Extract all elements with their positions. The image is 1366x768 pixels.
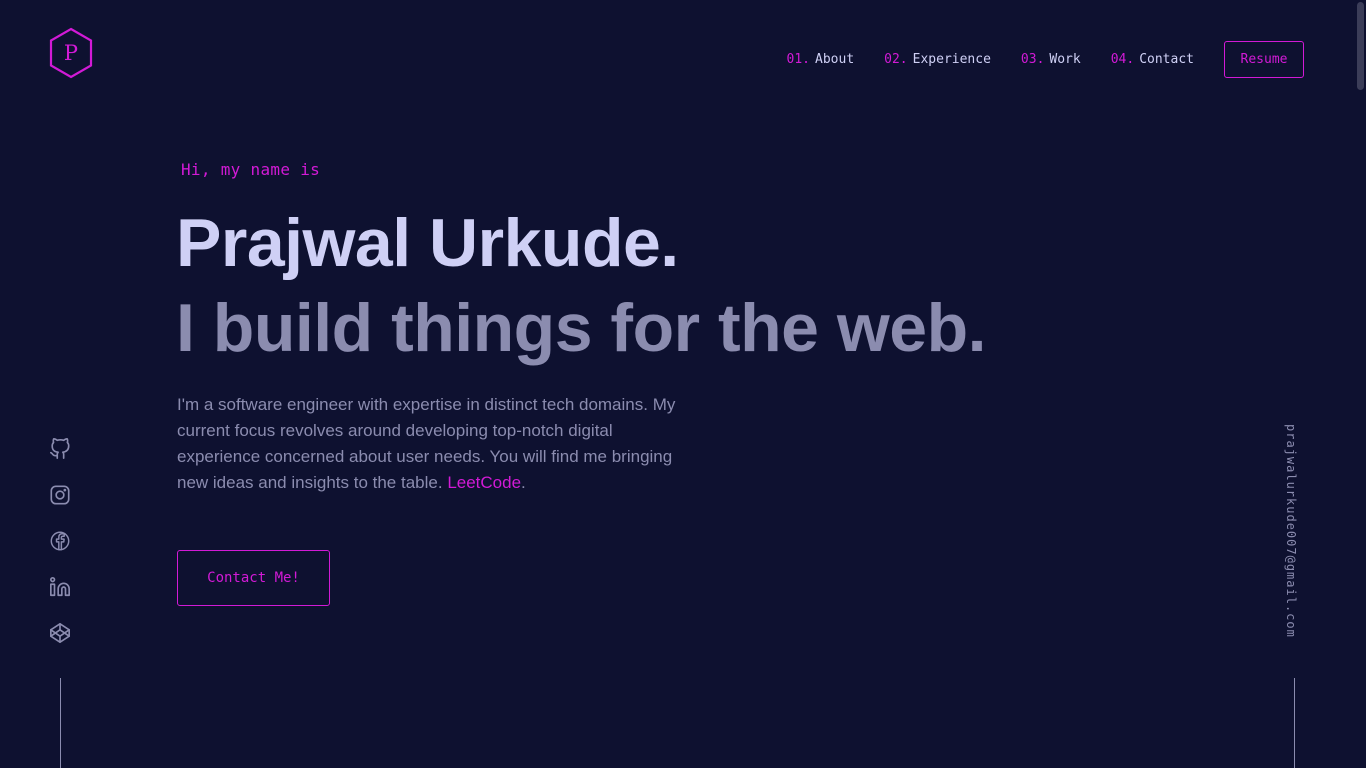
- instagram-link[interactable]: [48, 483, 72, 507]
- nav-item-about[interactable]: 01. About: [787, 49, 855, 69]
- main-nav: 01. About 02. Experience 03. Work 04. Co…: [787, 40, 1304, 78]
- scrollbar-track[interactable]: [1355, 0, 1366, 768]
- nav-number: 01.: [786, 51, 811, 67]
- nav-label: Work: [1049, 51, 1081, 67]
- facebook-icon: [50, 531, 70, 551]
- codepen-link[interactable]: [48, 621, 72, 645]
- intro-end: .: [521, 473, 526, 492]
- nav-label: Experience: [912, 51, 991, 67]
- codepen-icon: [50, 623, 70, 643]
- hero-name: Prajwal Urkude.: [176, 205, 679, 281]
- nav-number: 03.: [1020, 51, 1045, 67]
- hero-greeting: Hi, my name is: [181, 160, 321, 179]
- hero-tagline: I build things for the web.: [176, 290, 987, 366]
- hero-intro: I'm a software engineer with expertise i…: [177, 392, 697, 496]
- facebook-link[interactable]: [48, 529, 72, 553]
- intro-text: I'm a software engineer with expertise i…: [177, 395, 676, 492]
- logo-letter: P: [63, 41, 79, 65]
- resume-button[interactable]: Resume: [1224, 41, 1304, 78]
- github-link[interactable]: [48, 437, 72, 461]
- instagram-icon: [50, 485, 70, 505]
- scrollbar-thumb[interactable]: [1357, 2, 1364, 90]
- contact-me-button[interactable]: Contact Me!: [177, 550, 330, 606]
- nav-item-experience[interactable]: 02. Experience: [884, 49, 991, 69]
- nav-number: 04.: [1110, 51, 1135, 67]
- social-links: [48, 437, 72, 667]
- right-vertical-line: [1294, 678, 1295, 768]
- github-icon: [50, 438, 70, 459]
- linkedin-link[interactable]: [48, 575, 72, 599]
- nav-item-contact[interactable]: 04. Contact: [1111, 49, 1194, 69]
- nav-label: Contact: [1139, 51, 1194, 67]
- linkedin-icon: [50, 577, 70, 597]
- logo[interactable]: P: [48, 27, 94, 79]
- left-vertical-line: [60, 678, 61, 768]
- nav-label: About: [815, 51, 855, 67]
- nav-number: 02.: [884, 51, 908, 67]
- leetcode-link[interactable]: LeetCode: [447, 473, 521, 492]
- nav-item-work[interactable]: 03. Work: [1021, 49, 1081, 69]
- email-link[interactable]: prajwalurkude007@gmail.com: [1284, 424, 1298, 638]
